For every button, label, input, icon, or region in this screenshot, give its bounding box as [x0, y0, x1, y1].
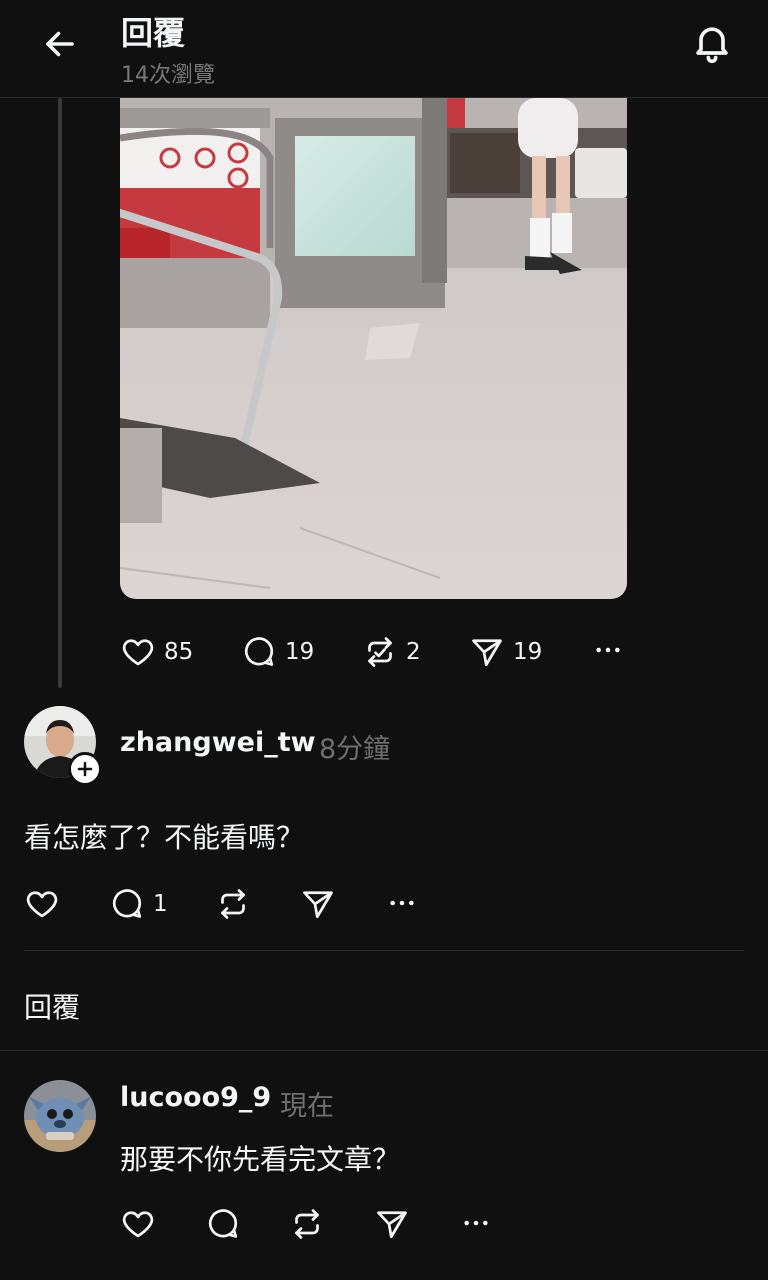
divider	[24, 950, 744, 951]
reply-text: 那要不你先看完文章？	[120, 1143, 401, 1176]
like-button[interactable]	[120, 1206, 156, 1242]
share-button[interactable]: 19	[469, 634, 542, 670]
heart-icon	[122, 639, 154, 666]
reply-text: 看怎麼了？不能看嗎？	[24, 821, 305, 854]
back-button[interactable]	[36, 20, 84, 68]
avatar[interactable]	[24, 1080, 96, 1152]
reply-timestamp: 8分鐘	[319, 734, 391, 765]
more-button[interactable]	[592, 634, 624, 666]
comment-count: 19	[285, 639, 315, 665]
share-button[interactable]	[300, 886, 336, 922]
avatar-image	[24, 1080, 96, 1152]
repost-button[interactable]	[289, 1206, 325, 1242]
heart-icon	[122, 1211, 154, 1238]
post-image[interactable]	[120, 98, 627, 599]
repost-icon	[221, 889, 245, 919]
more-icon	[390, 900, 414, 906]
comment-icon	[244, 637, 274, 666]
comment-button[interactable]: 19	[241, 634, 314, 670]
replies-section-label: 回覆	[24, 991, 81, 1024]
comment-count: 1	[153, 891, 168, 917]
more-button[interactable]	[386, 887, 418, 919]
follow-button[interactable]	[68, 752, 102, 786]
reply-timestamp: 現在	[280, 1091, 334, 1122]
comment-button[interactable]	[205, 1206, 241, 1242]
comment-button[interactable]: 1	[109, 886, 168, 922]
station-photo	[120, 98, 627, 599]
divider	[0, 1050, 768, 1051]
like-count: 85	[164, 639, 194, 665]
repost-button[interactable]	[215, 886, 251, 922]
like-button[interactable]: 85	[120, 634, 193, 670]
notifications-button[interactable]	[688, 18, 736, 66]
more-button[interactable]	[460, 1207, 492, 1239]
send-icon	[472, 639, 502, 667]
comment-icon	[208, 1209, 238, 1238]
thread-line	[58, 98, 62, 688]
page-title: 回覆	[121, 14, 186, 52]
share-button[interactable]	[374, 1206, 410, 1242]
send-icon	[303, 891, 333, 919]
repost-icon	[295, 1209, 319, 1239]
repost-button[interactable]: 2	[362, 634, 421, 670]
send-icon	[377, 1211, 407, 1239]
reply-username[interactable]: lucooo9_9	[120, 1082, 271, 1113]
bell-icon	[696, 27, 728, 64]
like-button[interactable]	[24, 886, 60, 922]
more-icon	[464, 1220, 488, 1226]
more-icon	[596, 647, 620, 653]
heart-icon	[26, 891, 58, 918]
plus-icon	[77, 761, 93, 777]
arrow-left-icon	[46, 31, 74, 57]
comment-icon	[112, 889, 142, 918]
share-count: 19	[513, 639, 543, 665]
view-count: 14次瀏覽	[121, 63, 215, 88]
repost-icon	[368, 637, 392, 667]
reply-username[interactable]: zhangwei_tw	[120, 727, 316, 758]
thread-page: 回覆 14次瀏覽 85 19 2 19 zhangwei_tw 8分鐘 看怎麼了…	[0, 0, 768, 1280]
top-bar: 回覆 14次瀏覽	[0, 0, 768, 98]
repost-count: 2	[406, 639, 421, 665]
